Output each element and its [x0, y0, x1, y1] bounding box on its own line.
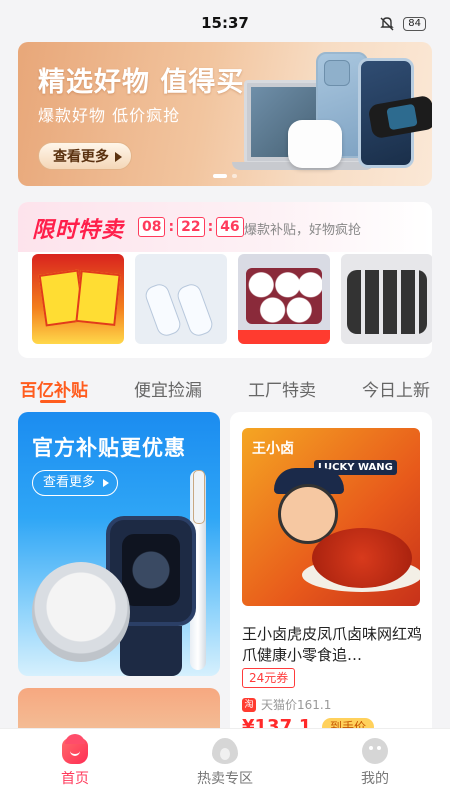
platform-price-row: 淘 天猫价161.1	[242, 696, 331, 713]
flash-item-warmer-patch[interactable]	[32, 254, 124, 344]
banner-subtitle: 爆款好物 低价疯抢	[38, 106, 181, 125]
nav-home[interactable]: 首页	[0, 729, 150, 800]
banner-title: 精选好物 值得买	[38, 67, 245, 98]
countdown-seconds: 46	[216, 217, 244, 237]
product-card[interactable]: 王小卤 LUCKY WANG 王小卤虎皮凤爪卤味网红鸡爪健康小零食追… 24元券…	[230, 412, 432, 752]
tab-subsidy[interactable]: 百亿补贴	[20, 376, 88, 401]
home-icon	[62, 734, 88, 764]
countdown-minutes: 22	[177, 217, 205, 237]
flash-sale-slogan: 爆款补贴，好物疯抢	[244, 223, 362, 238]
taobao-icon: 淘	[242, 697, 256, 712]
banner-pagination	[18, 174, 432, 178]
fire-icon	[212, 738, 238, 764]
tab-factory-sale[interactable]: 工厂特卖	[248, 376, 316, 401]
flash-item-insoles[interactable]	[135, 254, 227, 344]
flash-item-shoe-pads[interactable]	[341, 254, 432, 344]
platform-price: 天猫价161.1	[261, 698, 332, 712]
official-subsidy-card[interactable]: 官方补贴更优惠 查看更多	[18, 412, 220, 676]
coupon-badge: 24元券	[242, 668, 296, 688]
robot-vacuum-image	[32, 562, 130, 662]
countdown-timer: 08 : 22 : 46	[138, 217, 244, 237]
countdown-separator: :	[207, 219, 214, 235]
nav-hot-sale[interactable]: 热卖专区	[150, 729, 300, 800]
tab-bargain[interactable]: 便宜捡漏	[134, 376, 202, 401]
top-banner[interactable]: 精选好物 值得买 爆款好物 低价疯抢 查看更多	[18, 42, 432, 186]
nav-profile[interactable]: 我的	[300, 729, 450, 800]
battery-indicator: 84	[403, 17, 426, 31]
flash-item-dumplings[interactable]	[238, 254, 330, 344]
flash-sale-title: 限时特卖	[32, 218, 125, 243]
nav-hot-sale-label: 热卖专区	[197, 771, 253, 787]
banner-view-more-button[interactable]: 查看更多	[38, 142, 132, 170]
status-bar: 15:37 84	[0, 0, 450, 40]
status-icons: 84	[379, 17, 426, 31]
product-name: 王小卤虎皮凤爪卤味网红鸡爪健康小零食追…	[242, 625, 423, 664]
flash-sale-section: 限时特卖 08 : 22 : 46 爆款补贴，好物疯抢	[18, 202, 432, 358]
tab-new-today[interactable]: 今日上新	[362, 376, 430, 401]
bottom-navigation: 首页 热卖专区 我的	[0, 728, 450, 800]
watch-strap-image	[120, 626, 182, 676]
flash-sale-header[interactable]: 限时特卖 08 : 22 : 46 爆款补贴，好物疯抢	[18, 202, 432, 252]
earbuds-image	[288, 120, 342, 168]
promo-title: 官方补贴更优惠	[32, 436, 186, 460]
nav-home-label: 首页	[61, 771, 89, 787]
promo-view-more-button[interactable]: 查看更多	[32, 470, 119, 496]
user-icon	[362, 738, 388, 764]
flash-sale-items	[32, 254, 432, 344]
product-image: 王小卤 LUCKY WANG	[242, 428, 420, 606]
category-tabs: 百亿补贴 便宜捡漏 工厂特卖 今日上新	[0, 372, 450, 404]
countdown-hours: 08	[138, 217, 166, 237]
tab-active-indicator	[40, 400, 66, 403]
mute-icon	[380, 17, 394, 31]
pagination-dot	[232, 174, 237, 178]
product-image-brand: 王小卤	[252, 441, 294, 457]
countdown-separator: :	[168, 219, 175, 235]
pagination-dot-active	[213, 174, 227, 178]
nav-profile-label: 我的	[361, 771, 389, 787]
